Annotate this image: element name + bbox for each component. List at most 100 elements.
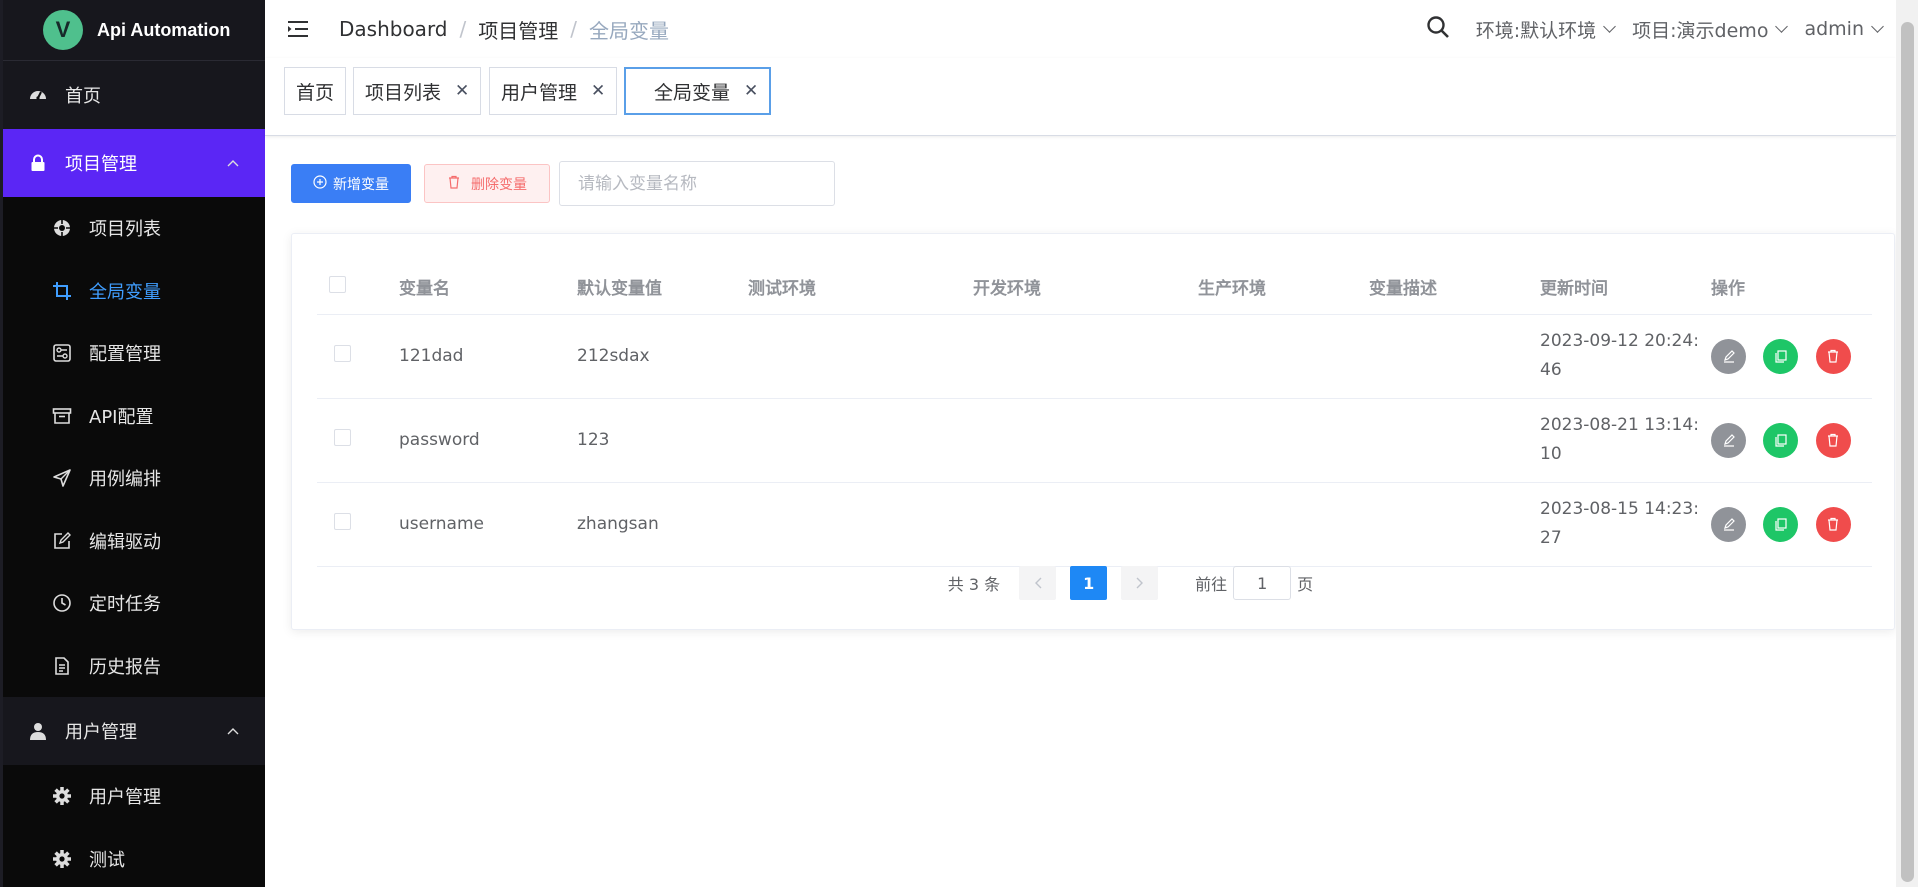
edit-button[interactable] [1711, 422, 1746, 458]
column-header-default-value[interactable]: 默认变量值 [577, 260, 748, 315]
crop-icon [51, 280, 73, 302]
clock-icon [51, 592, 73, 614]
send-icon [51, 467, 73, 489]
logo[interactable]: V Api Automation [3, 0, 265, 61]
edit-button[interactable] [1711, 338, 1746, 374]
column-header-update-time[interactable]: 更新时间 [1540, 260, 1711, 315]
sidebar-item-label: 项目列表 [89, 219, 161, 241]
tag-project-list[interactable]: 项目列表 ✕ [353, 67, 482, 115]
cell-default-value: 123 [577, 398, 748, 483]
column-header-name[interactable]: 变量名 [399, 260, 577, 315]
delete-variable-button[interactable]: 删除变量 [424, 164, 550, 203]
cell-prod-env [1198, 482, 1369, 567]
breadcrumb-project-management[interactable]: 项目管理 [478, 15, 558, 44]
cell-update-time: 2023-08-21 13:14: 10 [1540, 398, 1711, 483]
tags-view: 首页 项目列表 ✕ 用户管理 ✕ 全局变量 ✕ [265, 58, 1896, 136]
select-all-checkbox[interactable] [329, 275, 346, 293]
column-header-dev-env[interactable]: 开发环境 [973, 260, 1198, 315]
delete-button[interactable] [1815, 506, 1851, 542]
prev-page-button[interactable] [1019, 566, 1057, 600]
delete-button[interactable] [1815, 422, 1851, 458]
copy-button[interactable] [1763, 506, 1799, 542]
dashboard-icon [27, 84, 49, 106]
tag-label: 首页 [296, 81, 335, 104]
navbar: Dashboard / 项目管理 / 全局变量 环境:默认环境 项目:演示dem… [265, 0, 1896, 58]
table-row: username zhangsan 2023-08-15 14:23: 27 [317, 482, 1872, 567]
env-dropdown[interactable]: 环境:默认环境 [1476, 16, 1617, 43]
add-variable-button[interactable]: 新增变量 [291, 164, 411, 203]
column-header-test-env[interactable]: 测试环境 [748, 260, 973, 315]
sidebar-item-user-management[interactable]: 用户管理 [3, 765, 265, 828]
page-number-current[interactable]: 1 [1070, 566, 1108, 600]
cell-actions [1711, 314, 1872, 399]
column-header-prod-env[interactable]: 生产环境 [1198, 260, 1369, 315]
goto-page-input[interactable] [1233, 566, 1292, 600]
table-header-row: 变量名 默认变量值 测试环境 开发环境 生产环境 变量描述 更新时间 操作 [317, 260, 1872, 315]
update-time-line1: 2023-08-21 13:14: [1540, 415, 1699, 435]
tag-label: 全局变量 [654, 81, 731, 104]
search-icon[interactable] [1426, 15, 1450, 44]
cell-description [1369, 314, 1540, 399]
cell-dev-env [973, 314, 1198, 399]
pagination-total: 共 3 条 [947, 575, 1001, 594]
sidebar-item-case-orchestration[interactable]: 用例编排 [3, 447, 265, 510]
toolbar: 新增变量 删除变量 [291, 161, 835, 206]
lock-icon [27, 152, 49, 174]
hamburger-icon[interactable] [287, 19, 309, 39]
sidebar-item-api-config[interactable]: API配置 [3, 384, 265, 447]
tag-user-management[interactable]: 用户管理 ✕ [489, 67, 618, 115]
cell-description [1369, 482, 1540, 567]
sidebar-item-project-list[interactable]: 项目列表 [3, 197, 265, 260]
tag-home[interactable]: 首页 [284, 67, 347, 115]
plus-circle-icon [313, 174, 327, 193]
scrollbar[interactable] [1896, 0, 1918, 887]
close-icon[interactable]: ✕ [744, 81, 758, 101]
sidebar-item-label: 全局变量 [89, 281, 161, 303]
user-dropdown[interactable]: admin [1804, 18, 1884, 40]
sidebar-item-edit-driver[interactable]: 编辑驱动 [3, 509, 265, 572]
app-title: Api Automation [97, 19, 231, 40]
sidebar-item-home[interactable]: 首页 [3, 61, 265, 129]
copy-button[interactable] [1763, 338, 1799, 374]
edit-button[interactable] [1711, 506, 1746, 542]
gear-icon [51, 848, 73, 870]
cell-test-env [748, 482, 973, 567]
close-icon[interactable]: ✕ [455, 81, 469, 101]
sidebar-item-test[interactable]: 测试 [3, 827, 265, 887]
user-icon [27, 720, 49, 742]
sidebar-item-user-management-group[interactable]: 用户管理 [3, 697, 265, 765]
scrollbar-thumb[interactable] [1901, 22, 1914, 882]
row-checkbox[interactable] [334, 345, 351, 362]
close-icon[interactable]: ✕ [591, 81, 605, 101]
sidebar-item-config-management[interactable]: 配置管理 [3, 322, 265, 385]
cell-prod-env [1198, 398, 1369, 483]
sidebar-item-history-reports[interactable]: 历史报告 [3, 634, 265, 697]
cell-default-value: 212sdax [577, 314, 748, 399]
table-row: 121dad 212sdax 2023-09-12 20:24: 46 [317, 314, 1872, 399]
row-checkbox[interactable] [334, 429, 351, 446]
edit-icon [51, 530, 73, 552]
sidebar-item-project-management[interactable]: 项目管理 [3, 129, 265, 197]
sidebar-item-scheduled-tasks[interactable]: 定时任务 [3, 572, 265, 635]
trash-icon [1828, 433, 1839, 447]
next-page-button[interactable] [1121, 566, 1159, 600]
user-label: admin [1804, 18, 1864, 40]
tag-label: 项目列表 [365, 81, 442, 104]
cell-actions [1711, 482, 1872, 567]
delete-button[interactable] [1815, 338, 1851, 374]
copy-button[interactable] [1763, 422, 1799, 458]
chevron-down-icon [1775, 20, 1789, 33]
update-time-line2: 27 [1540, 528, 1562, 548]
sidebar: V Api Automation 首页 项目管理 项目列表 全局变量 配置管理 … [0, 0, 265, 887]
column-header-description[interactable]: 变量描述 [1369, 260, 1540, 315]
breadcrumb-dashboard[interactable]: Dashboard [339, 17, 448, 41]
sidebar-item-global-variables[interactable]: 全局变量 [3, 259, 265, 322]
project-dropdown[interactable]: 项目:演示demo [1632, 16, 1789, 43]
row-checkbox[interactable] [334, 513, 351, 530]
cell-update-time: 2023-08-15 14:23: 27 [1540, 482, 1711, 567]
variable-name-search-input[interactable] [559, 161, 835, 206]
variables-table-card: 变量名 默认变量值 测试环境 开发环境 生产环境 变量描述 更新时间 操作 12… [291, 233, 1895, 630]
update-time-line2: 46 [1540, 360, 1562, 380]
tag-global-variables[interactable]: 全局变量 ✕ [624, 67, 772, 115]
cell-default-value: zhangsan [577, 482, 748, 567]
